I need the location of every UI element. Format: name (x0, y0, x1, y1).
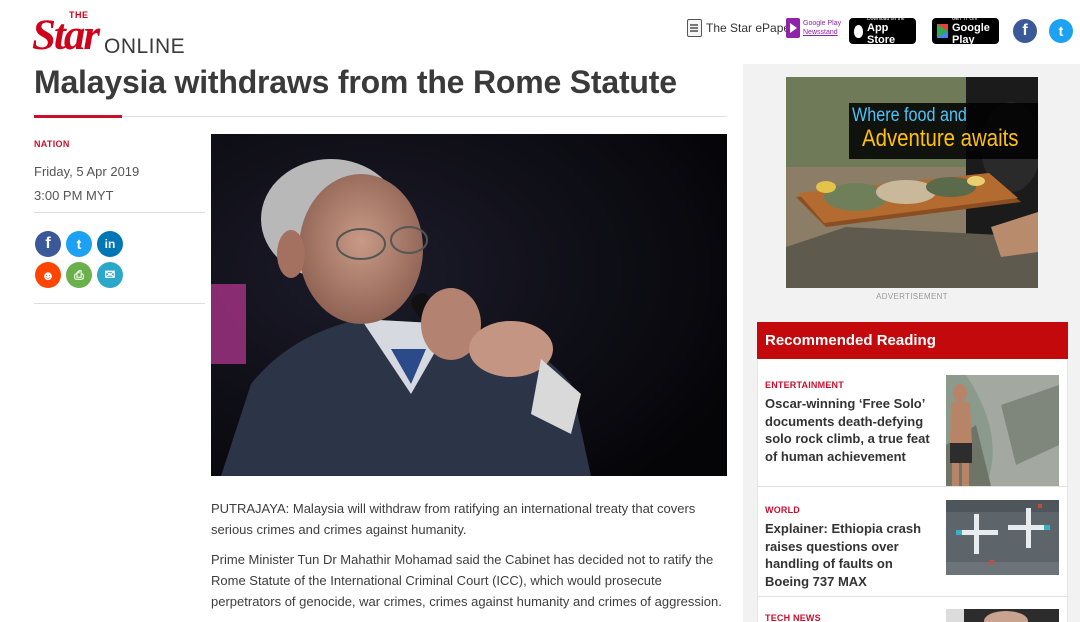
app-store-badge[interactable]: Download on the App Store (849, 16, 916, 46)
advertisement-banner[interactable]: Where food and Adventure awaits (786, 77, 1038, 288)
epaper-link[interactable]: The Star ePaper (687, 19, 794, 37)
newsstand-icon (786, 18, 800, 38)
headline-accent-bar (34, 115, 122, 118)
logo-star: Star (32, 12, 100, 59)
share-twitter-icon[interactable]: t (66, 231, 92, 257)
google-play-newsstand-link[interactable]: Google Play Newsstand (786, 18, 841, 38)
email-icon[interactable]: ✉ (97, 262, 123, 288)
epaper-icon (687, 19, 702, 37)
share-linkedin-icon[interactable]: in (97, 231, 123, 257)
googleplay-big: Google Play (952, 22, 990, 46)
reco-thumbnail[interactable] (946, 500, 1059, 575)
reco-thumbnail[interactable] (946, 609, 1059, 622)
apple-icon (854, 24, 863, 38)
ad-line1: Where food and (852, 105, 967, 126)
twitter-icon[interactable]: t (1049, 19, 1073, 43)
reco-title[interactable]: Oscar-winning ‘Free Solo’ documents deat… (765, 395, 937, 465)
share-reddit-icon[interactable]: ☻ (35, 262, 61, 288)
headline-divider (122, 116, 727, 117)
advertisement-label: ADVERTISEMENT (876, 292, 948, 301)
recommended-reading-heading: Recommended Reading (757, 322, 1068, 359)
share-facebook-icon[interactable]: f (35, 231, 61, 257)
article-headline: Malaysia withdraws from the Rome Statute (34, 64, 677, 100)
facebook-icon[interactable]: f (1013, 19, 1037, 43)
article-time: 3:00 PM MYT (34, 188, 114, 203)
reco-category[interactable]: TECH NEWS (765, 613, 821, 622)
article-paragraph: Prime Minister Tun Dr Mahathir Mohamad s… (211, 552, 722, 609)
reco-category[interactable]: ENTERTAINMENT (765, 380, 844, 390)
newsstand-line1: Google Play (803, 20, 842, 27)
reco-thumbnail[interactable] (946, 375, 1059, 486)
newsstand-line2: Newsstand (803, 29, 838, 36)
meta-divider (34, 212, 205, 213)
article-paragraph: PUTRAJAYA: Malaysia will withdraw from r… (211, 501, 696, 537)
star-online-logo[interactable]: THE Star ONLINE (32, 8, 186, 59)
epaper-label: The Star ePaper (706, 21, 795, 35)
reco-divider (757, 596, 1068, 597)
share-divider (34, 303, 205, 304)
logo-online: ONLINE (104, 35, 186, 58)
appstore-big: App Store (867, 22, 896, 46)
reco-divider (757, 486, 1068, 487)
reco-category[interactable]: WORLD (765, 505, 800, 515)
ad-line2: Adventure awaits (862, 125, 1019, 152)
article-photo (211, 134, 727, 476)
article-date: Friday, 5 Apr 2019 (34, 164, 140, 179)
print-icon[interactable]: ⎙ (66, 262, 92, 288)
reco-title[interactable]: Explainer: Ethiopia crash raises questio… (765, 520, 937, 590)
google-play-icon (937, 24, 948, 38)
article-section[interactable]: NATION (34, 139, 70, 149)
google-play-badge[interactable]: GET IT ON Google Play (932, 16, 999, 46)
